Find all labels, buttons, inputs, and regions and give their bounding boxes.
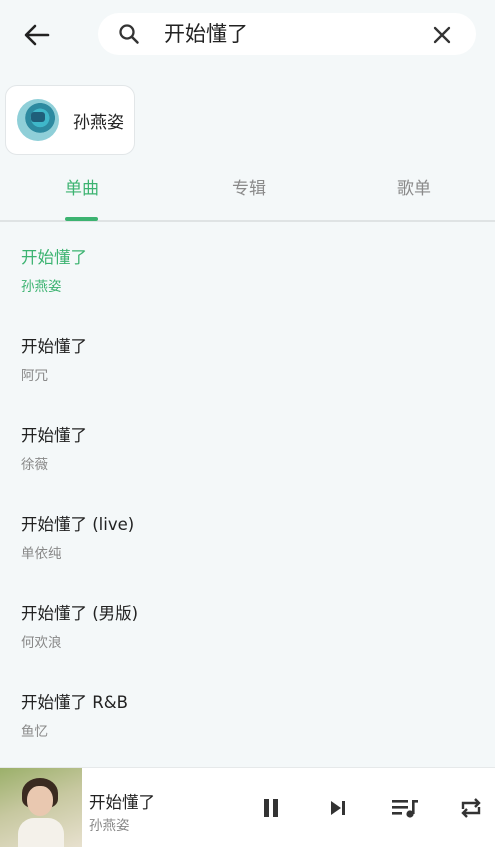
- arrow-left-icon: [24, 24, 50, 46]
- list-item[interactable]: 开始懂了 孙燕姿: [0, 222, 495, 311]
- cover-figure-face: [27, 786, 53, 816]
- song-list: 开始懂了 孙燕姿 开始懂了 阿冗 开始懂了 徐薇 开始懂了 (live) 单依纯…: [0, 222, 495, 756]
- album-cover[interactable]: [0, 768, 82, 847]
- back-button[interactable]: [18, 18, 56, 52]
- list-item[interactable]: 开始懂了 (live) 单依纯: [0, 489, 495, 578]
- list-item[interactable]: 开始懂了 徐薇: [0, 400, 495, 489]
- next-button[interactable]: [323, 793, 353, 823]
- playlist-icon: [392, 800, 418, 818]
- list-item[interactable]: 开始懂了 (男版) 何欢浪: [0, 578, 495, 667]
- clear-search-button[interactable]: [428, 25, 456, 45]
- tab-albums[interactable]: 专辑: [189, 172, 309, 220]
- list-item[interactable]: 开始懂了 R&B 鱼忆: [0, 667, 495, 756]
- active-tab-indicator: [65, 217, 98, 221]
- now-playing-artist: 孙燕姿: [89, 818, 130, 834]
- song-title: 开始懂了: [21, 426, 87, 445]
- song-title: 开始懂了 (live): [21, 515, 135, 534]
- song-artist: 阿冗: [21, 368, 48, 384]
- repeat-icon: [461, 798, 481, 818]
- queue-button[interactable]: [390, 793, 420, 823]
- top-bar: [0, 0, 495, 70]
- pause-icon: [264, 799, 278, 817]
- close-icon: [433, 26, 451, 44]
- search-icon: [119, 24, 139, 44]
- song-title: 开始懂了: [21, 248, 87, 267]
- mini-player[interactable]: 开始懂了 孙燕姿: [0, 767, 495, 847]
- pause-button[interactable]: [256, 793, 286, 823]
- result-tabs: 单曲 专辑 歌单: [0, 172, 495, 222]
- song-title: 开始懂了 (男版): [21, 604, 139, 623]
- tab-playlists[interactable]: 歌单: [354, 172, 474, 220]
- skip-next-icon: [331, 801, 345, 815]
- song-artist: 鱼忆: [21, 724, 48, 740]
- song-artist: 徐薇: [21, 457, 48, 473]
- now-playing-title: 开始懂了: [89, 793, 155, 812]
- artist-name: 孙燕姿: [73, 112, 124, 133]
- song-artist: 何欢浪: [21, 635, 62, 651]
- tab-songs[interactable]: 单曲: [22, 172, 142, 220]
- artist-result-card[interactable]: 孙燕姿: [5, 85, 135, 155]
- list-item[interactable]: 开始懂了 阿冗: [0, 311, 495, 400]
- search-input[interactable]: [164, 13, 414, 55]
- repeat-button[interactable]: [456, 793, 486, 823]
- song-artist: 单依纯: [21, 546, 62, 562]
- search-box[interactable]: [98, 13, 476, 55]
- song-title: 开始懂了: [21, 337, 87, 356]
- avatar: [17, 99, 59, 141]
- song-artist: 孙燕姿: [21, 279, 62, 295]
- song-title: 开始懂了 R&B: [21, 693, 128, 712]
- cover-figure-body: [18, 818, 64, 847]
